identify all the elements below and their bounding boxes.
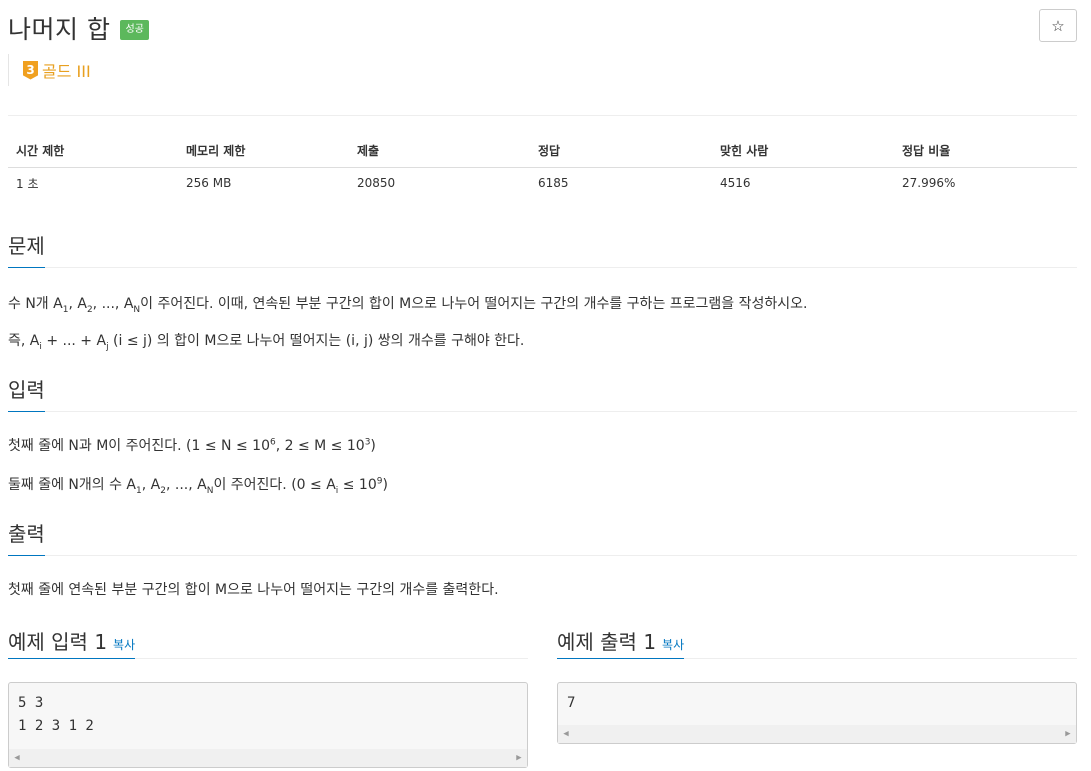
- sample-input-box[interactable]: 5 3 1 2 3 1 2 ◀ ▶: [8, 682, 528, 768]
- sample-input-header: 예제 입력 1 복사: [8, 626, 528, 659]
- output-description: 첫째 줄에 연속된 부분 구간의 합이 M으로 나누어 떨어지는 구간의 개수를…: [8, 582, 499, 598]
- problem-info-table: 시간 제한 메모리 제한 제출 정답 맞힌 사람 정답 비율 1 초 256 M…: [8, 134, 1077, 199]
- title-row: 나머지 합 성공: [8, 8, 149, 48]
- sample-output-line: 7: [567, 695, 576, 711]
- sample-output-title: 예제 출력 1 복사: [557, 626, 685, 659]
- input-section-title: 입력: [8, 374, 45, 412]
- sample-output-header: 예제 출력 1 복사: [557, 626, 1077, 659]
- copy-output-button[interactable]: 복사: [662, 638, 684, 652]
- header-submissions: 제출: [349, 134, 530, 168]
- sample-input-title: 예제 입력 1 복사: [8, 626, 136, 659]
- header-memory-limit: 메모리 제한: [178, 134, 349, 168]
- problem-section-header: 문제: [8, 230, 1077, 268]
- sample-input-line: 5 3: [18, 695, 44, 711]
- input-description-1: 첫째 줄에 N과 M이 주어진다. (1 ≤ N ≤ 106, 2 ≤ M ≤ …: [8, 437, 376, 454]
- input-section-header: 입력: [8, 374, 1077, 412]
- horizontal-scrollbar[interactable]: ◀ ▶: [558, 725, 1076, 743]
- input-description-2: 둘째 줄에 N개의 수 A1, A2, ..., AN이 주어진다. (0 ≤ …: [8, 476, 388, 496]
- tier-label: 골드 III: [42, 62, 91, 81]
- value-time-limit: 1 초: [16, 176, 39, 191]
- problem-section-title: 문제: [8, 230, 45, 268]
- copy-input-button[interactable]: 복사: [113, 638, 135, 652]
- sample-input-line: 1 2 3 1 2: [18, 718, 94, 734]
- horizontal-scrollbar[interactable]: ◀ ▶: [9, 749, 527, 767]
- problem-description-2: 즉, Ai + ... + Aj (i ≤ j) 의 합이 M으로 나누어 떨어…: [8, 333, 525, 352]
- favorite-button[interactable]: ☆: [1039, 9, 1077, 42]
- star-icon: ☆: [1051, 16, 1065, 35]
- header-solvers: 맞힌 사람: [712, 134, 894, 168]
- header-accepted: 정답: [530, 134, 712, 168]
- page-title: 나머지 합: [8, 15, 111, 44]
- header-accept-ratio: 정답 비율: [894, 134, 1077, 168]
- sample-output-box[interactable]: 7 ◀ ▶: [557, 682, 1077, 744]
- problem-description-1: 수 N개 A1, A2, ..., AN이 주어진다. 이때, 연속된 부분 구…: [8, 296, 808, 315]
- output-section-header: 출력: [8, 518, 1077, 556]
- table-row: 1 초 256 MB 20850 6185 4516 27.996%: [8, 167, 1077, 199]
- output-section-title: 출력: [8, 518, 45, 556]
- tier-shield-icon: 3: [23, 60, 38, 80]
- value-submissions[interactable]: 20850: [349, 167, 530, 199]
- value-memory-limit: 256 MB: [186, 176, 232, 191]
- value-accept-ratio: 27.996%: [902, 176, 956, 191]
- scroll-left-icon[interactable]: ◀: [558, 725, 574, 743]
- divider: [8, 115, 1077, 116]
- status-badge: 성공: [120, 20, 149, 40]
- scroll-right-icon[interactable]: ▶: [1060, 725, 1076, 743]
- value-accepted: 6185: [538, 176, 569, 191]
- header-time-limit: 시간 제한: [8, 134, 178, 168]
- tier-indicator[interactable]: 3 골드 III: [8, 54, 91, 86]
- scroll-left-icon[interactable]: ◀: [9, 749, 25, 767]
- value-solvers[interactable]: 4516: [712, 167, 894, 199]
- scroll-right-icon[interactable]: ▶: [511, 749, 527, 767]
- table-header-row: 시간 제한 메모리 제한 제출 정답 맞힌 사람 정답 비율: [8, 134, 1077, 168]
